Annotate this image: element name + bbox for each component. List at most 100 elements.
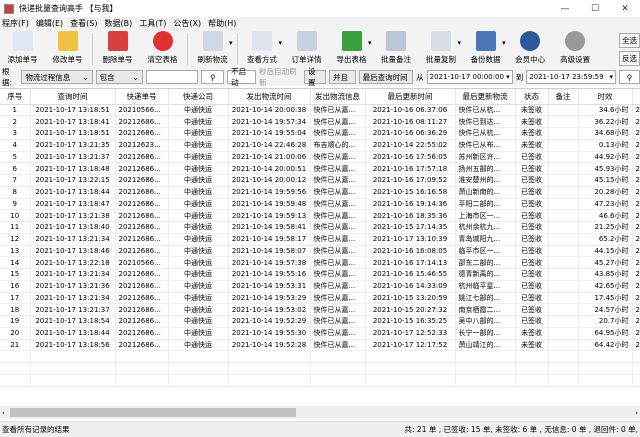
- table-cell: 已签收: [515, 162, 549, 175]
- column-header[interactable]: [632, 89, 640, 105]
- dropdown-arrow-icon[interactable]: ▾: [458, 39, 462, 47]
- empty-cell: [228, 350, 311, 363]
- column-header[interactable]: 最后更新物流: [455, 89, 516, 105]
- member-globe-button[interactable]: 会员中心: [508, 31, 553, 65]
- table-row[interactable]: 2 2021-10-17 13:18:41 20212686... 中通快运 2021-…: [0, 115, 640, 128]
- minimize-button[interactable]: —: [550, 4, 580, 14]
- menu-item-1[interactable]: 编辑(E): [36, 18, 63, 29]
- table-cell: 2021-10-16 17:57:18: [365, 162, 456, 175]
- table-cell: 中通快运: [168, 139, 229, 152]
- table-row[interactable]: 10 2021-10-17 13:21:38 20212686... 中通快运 2021…: [0, 209, 640, 222]
- table-cell: 42.65小时: [578, 280, 633, 293]
- column-header[interactable]: 备注: [548, 89, 579, 105]
- table-cell: 2021-10-14 20:00:12: [228, 174, 311, 187]
- menu-item-2[interactable]: 查看(S): [70, 18, 97, 29]
- view-list-button[interactable]: 查看方式: [240, 31, 285, 65]
- table-cell: 2: [632, 115, 640, 128]
- table-row[interactable]: 3 2021-10-17 13:18:51 20212686... 中通快运 2021-…: [0, 127, 640, 140]
- scroll-right-icon[interactable]: ›: [635, 409, 638, 417]
- save-disk-button[interactable]: 备份数据: [463, 31, 508, 65]
- empty-row: [0, 362, 640, 375]
- column-header[interactable]: 最后更新时间: [365, 89, 456, 105]
- table-row[interactable]: 21 2021-10-17 13:18:56 20212686... 中通快运 2021…: [0, 339, 640, 352]
- dropdown-arrow-icon[interactable]: ▾: [502, 39, 506, 47]
- from-date-picker[interactable]: 2021-10-17 00:00:00 ▾: [426, 70, 513, 84]
- add-document-button[interactable]: 添加单号: [0, 31, 45, 65]
- table-row[interactable]: 7 2021-10-17 13:22:15 20212686... 中通快运 2021-…: [0, 174, 640, 187]
- menu-item-6[interactable]: 帮助(H): [208, 18, 236, 29]
- clear-red-x-button[interactable]: 清空表格: [140, 31, 185, 65]
- refresh-list-button[interactable]: 刷新物流: [190, 31, 235, 65]
- table-row[interactable]: 1 2021-10-17 13:18:51 20210566... 中通快运 2021-…: [0, 104, 640, 117]
- logic-select[interactable]: 并且: [328, 70, 356, 84]
- field-select[interactable]: 物流过程信息 ⌄: [21, 70, 93, 84]
- table-row[interactable]: 18 2021-10-17 13:21:37 20212686... 中通快运 2021…: [0, 303, 640, 316]
- table-cell: 快件已到达...: [455, 115, 516, 128]
- column-header[interactable]: 快递公司: [168, 89, 229, 105]
- gear-button[interactable]: 高级设置: [553, 31, 598, 65]
- delete-document-button[interactable]: 删除单号: [95, 31, 140, 65]
- select-all-button[interactable]: 全选: [619, 33, 640, 48]
- menu-item-3[interactable]: 数据(B): [104, 18, 132, 29]
- date-search-button[interactable]: ⚲: [618, 70, 640, 84]
- table-row[interactable]: 20 2021-10-17 13:18:44 20212686... 中通快运 2021…: [0, 327, 640, 340]
- invert-selection-button[interactable]: 反选: [619, 51, 640, 66]
- table-cell: 中通快运: [168, 245, 229, 258]
- empty-cell: [310, 374, 366, 387]
- table-cell: 中通快运: [168, 315, 229, 328]
- column-header[interactable]: 快递单号: [115, 89, 169, 105]
- keyword-input[interactable]: [145, 70, 199, 84]
- table-row[interactable]: 4 2021-10-17 13:21:35 20212623... 中通快运 2021-…: [0, 139, 640, 152]
- table-cell: 2021-10-15 16:35:25: [365, 315, 456, 328]
- table-row[interactable]: 9 2021-10-17 13:18:47 20212686... 中通快运 2021-…: [0, 198, 640, 211]
- table-row[interactable]: 14 2021-10-17 13:22:18 20210566... 中通快运 2021…: [0, 256, 640, 269]
- table-cell: 20.28小时: [578, 186, 633, 199]
- table-cell: 快件已从嘉...: [310, 151, 366, 164]
- table-row[interactable]: 13 2021-10-17 13:18:46 20212686... 中通快运 2021…: [0, 245, 640, 258]
- dropdown-arrow-icon[interactable]: ▾: [279, 39, 283, 47]
- table-cell: 2021-10-14 19:58:17: [228, 233, 311, 246]
- scroll-left-icon[interactable]: ‹: [2, 409, 5, 417]
- settings-button[interactable]: 设置: [303, 67, 326, 87]
- column-header[interactable]: 时效: [578, 89, 633, 105]
- table-row[interactable]: 16 2021-10-17 13:21:36 20212686... 中通快运 2021…: [0, 280, 640, 293]
- menu-item-0[interactable]: 程序(F): [2, 18, 29, 29]
- table-row[interactable]: 6 2021-10-17 13:18:48 20212686... 中通快运 2021-…: [0, 162, 640, 175]
- table-row[interactable]: 11 2021-10-17 13:18:40 20212686... 中通快运 2021…: [0, 221, 640, 234]
- table-row[interactable]: 5 2021-10-17 13:21:37 20212686... 中通快运 2021-…: [0, 151, 640, 164]
- order-details-button[interactable]: 订单详情: [284, 31, 329, 65]
- column-header[interactable]: 发出物流时间: [228, 89, 311, 105]
- scrollbar-thumb[interactable]: [10, 408, 296, 417]
- operator-select[interactable]: 包含 ⌄: [95, 70, 143, 84]
- menu-item-4[interactable]: 工具(T): [139, 18, 166, 29]
- export-arrow-button[interactable]: 导出表格: [329, 31, 374, 65]
- column-header[interactable]: 状态: [515, 89, 549, 105]
- table-row[interactable]: 19 2021-10-17 13:18:54 20212686... 中通快运 2021…: [0, 315, 640, 328]
- batch-copy-button[interactable]: 批量复制: [419, 31, 464, 65]
- horizontal-scrollbar[interactable]: ‹ ›: [0, 406, 640, 419]
- column-header[interactable]: 发出物流信息: [310, 89, 366, 105]
- column-header[interactable]: 序号: [0, 89, 31, 105]
- table-header: 序号 查询时间 快递单号 快递公司 发出物流时间 发出物流信息 最后更新时间 最后更新物流 状态…: [0, 89, 640, 105]
- dropdown-arrow-icon[interactable]: ▾: [229, 39, 233, 47]
- auto-refresh-input[interactable]: 不启动: [227, 67, 257, 87]
- to-date-picker[interactable]: 2021-10-17 23:59:59 ▾: [526, 70, 616, 84]
- table-row[interactable]: 8 2021-10-17 13:18:44 20212686... 中通快运 2021-…: [0, 186, 640, 199]
- close-button[interactable]: ✕: [610, 4, 640, 14]
- table-cell: 10: [0, 209, 31, 222]
- status-bar: 查看所有记录的结果 共: 21 单 , 已签收: 15 单, 未签收: 6 单 …: [0, 421, 640, 437]
- maximize-button[interactable]: ☐: [580, 4, 610, 14]
- edit-pencil-button[interactable]: 修改单号: [45, 31, 90, 65]
- table-cell: 46.6小时: [578, 209, 633, 222]
- column-header[interactable]: 查询时间: [30, 89, 116, 105]
- table-row[interactable]: 17 2021-10-17 13:21:34 20212686... 中通快运 2021…: [0, 292, 640, 305]
- time-field-select[interactable]: 最后查询时间: [358, 70, 414, 84]
- table-row[interactable]: 15 2021-10-17 13:21:34 20212686... 中通快运 2021…: [0, 268, 640, 281]
- table-row[interactable]: 12 2021-10-17 13:21:34 20212686... 中通快运 2021…: [0, 233, 640, 246]
- table-cell: 2: [632, 256, 640, 269]
- batch-note-button[interactable]: 批量备注: [374, 31, 419, 65]
- table-cell: 17: [0, 292, 31, 305]
- dropdown-arrow-icon[interactable]: ▾: [368, 39, 372, 47]
- search-button[interactable]: ⚲: [201, 70, 225, 84]
- menu-item-5[interactable]: 公告(X): [173, 18, 201, 29]
